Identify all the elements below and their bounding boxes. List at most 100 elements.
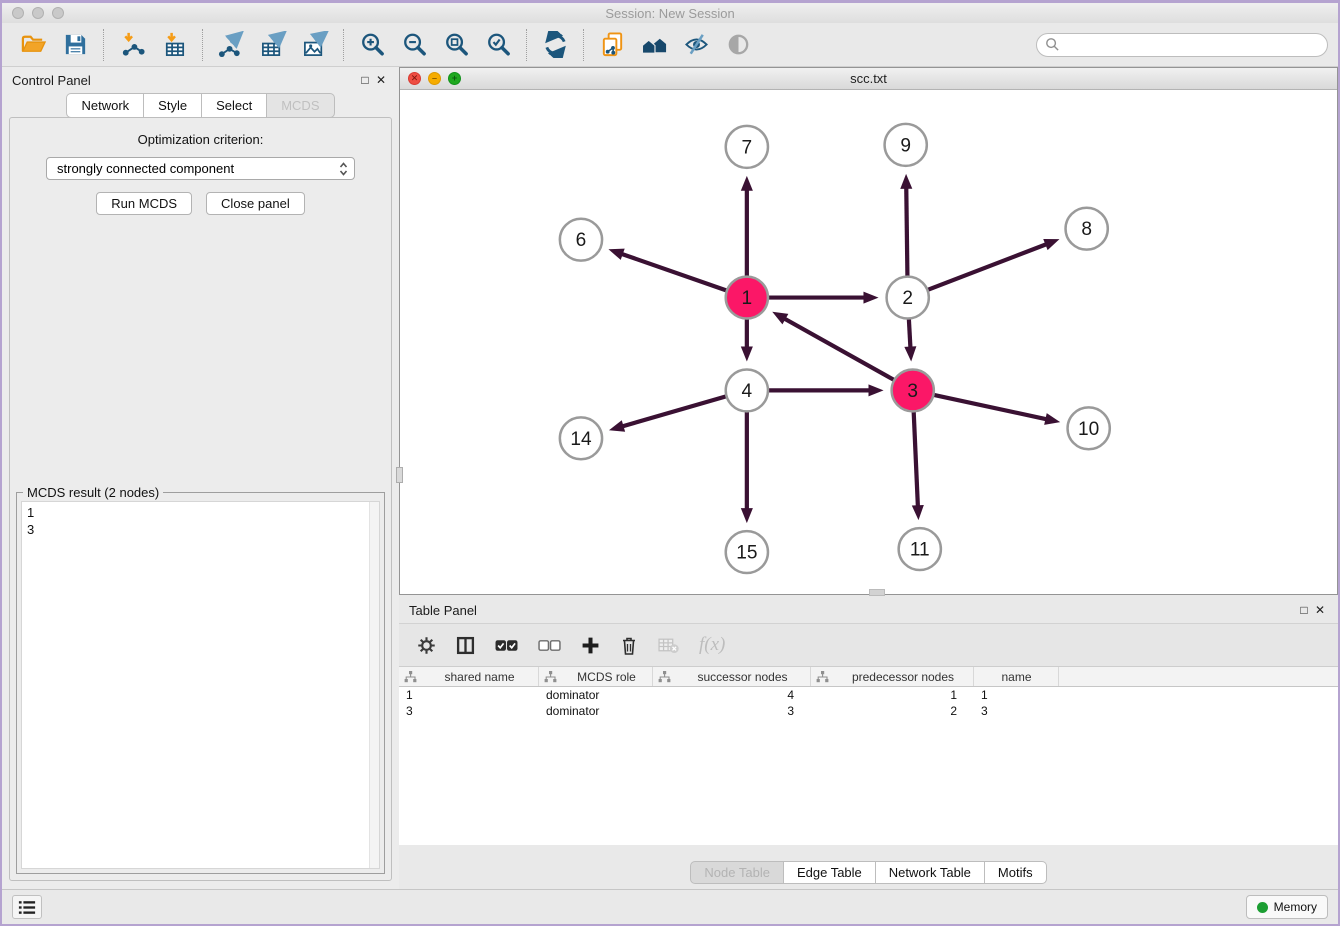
import-table-button[interactable] [153,27,195,63]
mcds-result-area[interactable]: 1 3 [21,501,380,869]
export-image-button[interactable] [294,27,336,63]
deselect-all-button[interactable] [538,639,561,652]
control-tab-network[interactable]: Network [66,93,144,118]
table-tab-edge-table[interactable]: Edge Table [784,861,876,884]
save-session-button[interactable] [54,27,96,63]
graph-edge-3-10[interactable] [930,394,1060,425]
graph-node-9[interactable]: 9 [885,124,927,166]
houses-icon [641,31,668,58]
table-row[interactable]: 1dominator411 [399,687,1338,703]
graph-node-10[interactable]: 10 [1068,407,1110,449]
select-all-button[interactable] [495,639,518,652]
task-history-button[interactable] [12,895,42,919]
table-cell[interactable]: 1 [974,688,1059,702]
graph-edge-2-9[interactable] [900,174,912,280]
control-tab-select[interactable]: Select [202,93,267,118]
result-scrollbar[interactable] [369,502,379,868]
main-area: Control Panel □ ✕ NetworkStyleSelectMCDS… [2,67,1338,889]
graph-edge-3-1[interactable] [772,312,897,382]
control-tab-mcds[interactable]: MCDS [267,93,334,118]
column-header-MCDS-role[interactable]: MCDS role [539,667,653,686]
graph-node-2[interactable]: 2 [887,277,929,319]
control-panel-close-icon[interactable]: ✕ [373,73,389,87]
clone-network-button[interactable] [591,27,633,63]
run-mcds-button[interactable]: Run MCDS [96,192,192,215]
apply-layout-button[interactable] [534,27,576,63]
eye-slash-icon [683,31,710,58]
column-header-shared-name[interactable]: shared name [399,667,539,686]
table-panel-close-icon[interactable]: ✕ [1312,603,1328,617]
graph-edge-4-15[interactable] [741,408,753,523]
function-builder-button[interactable]: f(x) [699,634,725,656]
clone-network-icon [599,31,626,58]
zoom-selected-button[interactable] [477,27,519,63]
table-row[interactable]: 3dominator323 [399,703,1338,719]
graph-node-6[interactable]: 6 [560,219,602,261]
import-network-button[interactable] [111,27,153,63]
panel-splitter-handle[interactable] [396,467,403,483]
export-network-button[interactable] [210,27,252,63]
svg-text:10: 10 [1078,419,1099,440]
graph-node-11[interactable]: 11 [899,528,941,570]
svg-text:1: 1 [742,288,753,309]
graph-edge-1-7[interactable] [741,176,753,280]
delete-column-button[interactable] [620,635,638,656]
optimization-value: strongly connected component [57,161,339,176]
export-table-button[interactable] [252,27,294,63]
table-cell[interactable]: 1 [811,688,974,702]
table-panel-header: Table Panel □ ✕ [399,597,1338,623]
zoom-fit-button[interactable] [435,27,477,63]
graph-node-3[interactable]: 3 [892,369,934,411]
graph-edge-4-3[interactable] [765,384,884,396]
column-label: predecessor nodes [837,670,969,684]
control-tab-style[interactable]: Style [144,93,202,118]
hide-details-button[interactable] [675,27,717,63]
graph-node-4[interactable]: 4 [726,369,768,411]
search-input[interactable] [1065,37,1319,52]
graph-node-8[interactable]: 8 [1066,208,1108,250]
table-cell[interactable]: dominator [539,704,653,718]
graph-node-15[interactable]: 15 [726,531,768,573]
table-tab-node-table[interactable]: Node Table [690,861,784,884]
delete-table-button[interactable] [658,637,679,654]
memory-button[interactable]: Memory [1246,895,1328,919]
graph-edge-1-6[interactable] [608,249,729,292]
table-cell[interactable]: dominator [539,688,653,702]
table-cell[interactable]: 3 [653,704,811,718]
network-canvas[interactable]: 7 9 6 8 1 2 4 3 14 10 15 11 [400,90,1337,594]
column-header-predecessor-nodes[interactable]: predecessor nodes [811,667,974,686]
control-panel-float-icon[interactable]: □ [357,73,373,87]
table-tab-motifs[interactable]: Motifs [985,861,1047,884]
close-panel-button[interactable]: Close panel [206,192,305,215]
show-details-button[interactable] [717,27,759,63]
table-cell[interactable]: 2 [811,704,974,718]
graph-edge-1-2[interactable] [765,292,879,304]
graph-node-1[interactable]: 1 [726,277,768,319]
show-columns-button[interactable] [456,636,475,655]
graph-node-14[interactable]: 14 [560,417,602,459]
table-cell[interactable]: 1 [399,688,539,702]
table-cell[interactable]: 3 [974,704,1059,718]
table-cell[interactable]: 4 [653,688,811,702]
graph-edge-3-11[interactable] [912,408,924,520]
graph-edge-2-8[interactable] [925,239,1060,291]
column-type-icon [404,671,417,683]
graph-edge-4-14[interactable] [609,395,730,431]
canvas-resize-handle[interactable] [869,589,885,596]
open-session-button[interactable] [12,27,54,63]
add-column-button[interactable] [581,636,600,655]
table-settings-button[interactable] [417,636,436,655]
zoom-out-button[interactable] [393,27,435,63]
toolbar-separator [343,29,344,61]
graph-edge-2-3[interactable] [904,316,916,362]
zoom-in-button[interactable] [351,27,393,63]
optimization-select[interactable]: strongly connected component [46,157,355,180]
table-tab-network-table[interactable]: Network Table [876,861,985,884]
column-header-name[interactable]: name [974,667,1059,686]
graph-edge-1-4[interactable] [741,316,753,362]
table-cell[interactable]: 3 [399,704,539,718]
column-header-successor-nodes[interactable]: successor nodes [653,667,811,686]
graph-node-7[interactable]: 7 [726,126,768,168]
network-home-button[interactable] [633,27,675,63]
table-panel-float-icon[interactable]: □ [1296,603,1312,617]
